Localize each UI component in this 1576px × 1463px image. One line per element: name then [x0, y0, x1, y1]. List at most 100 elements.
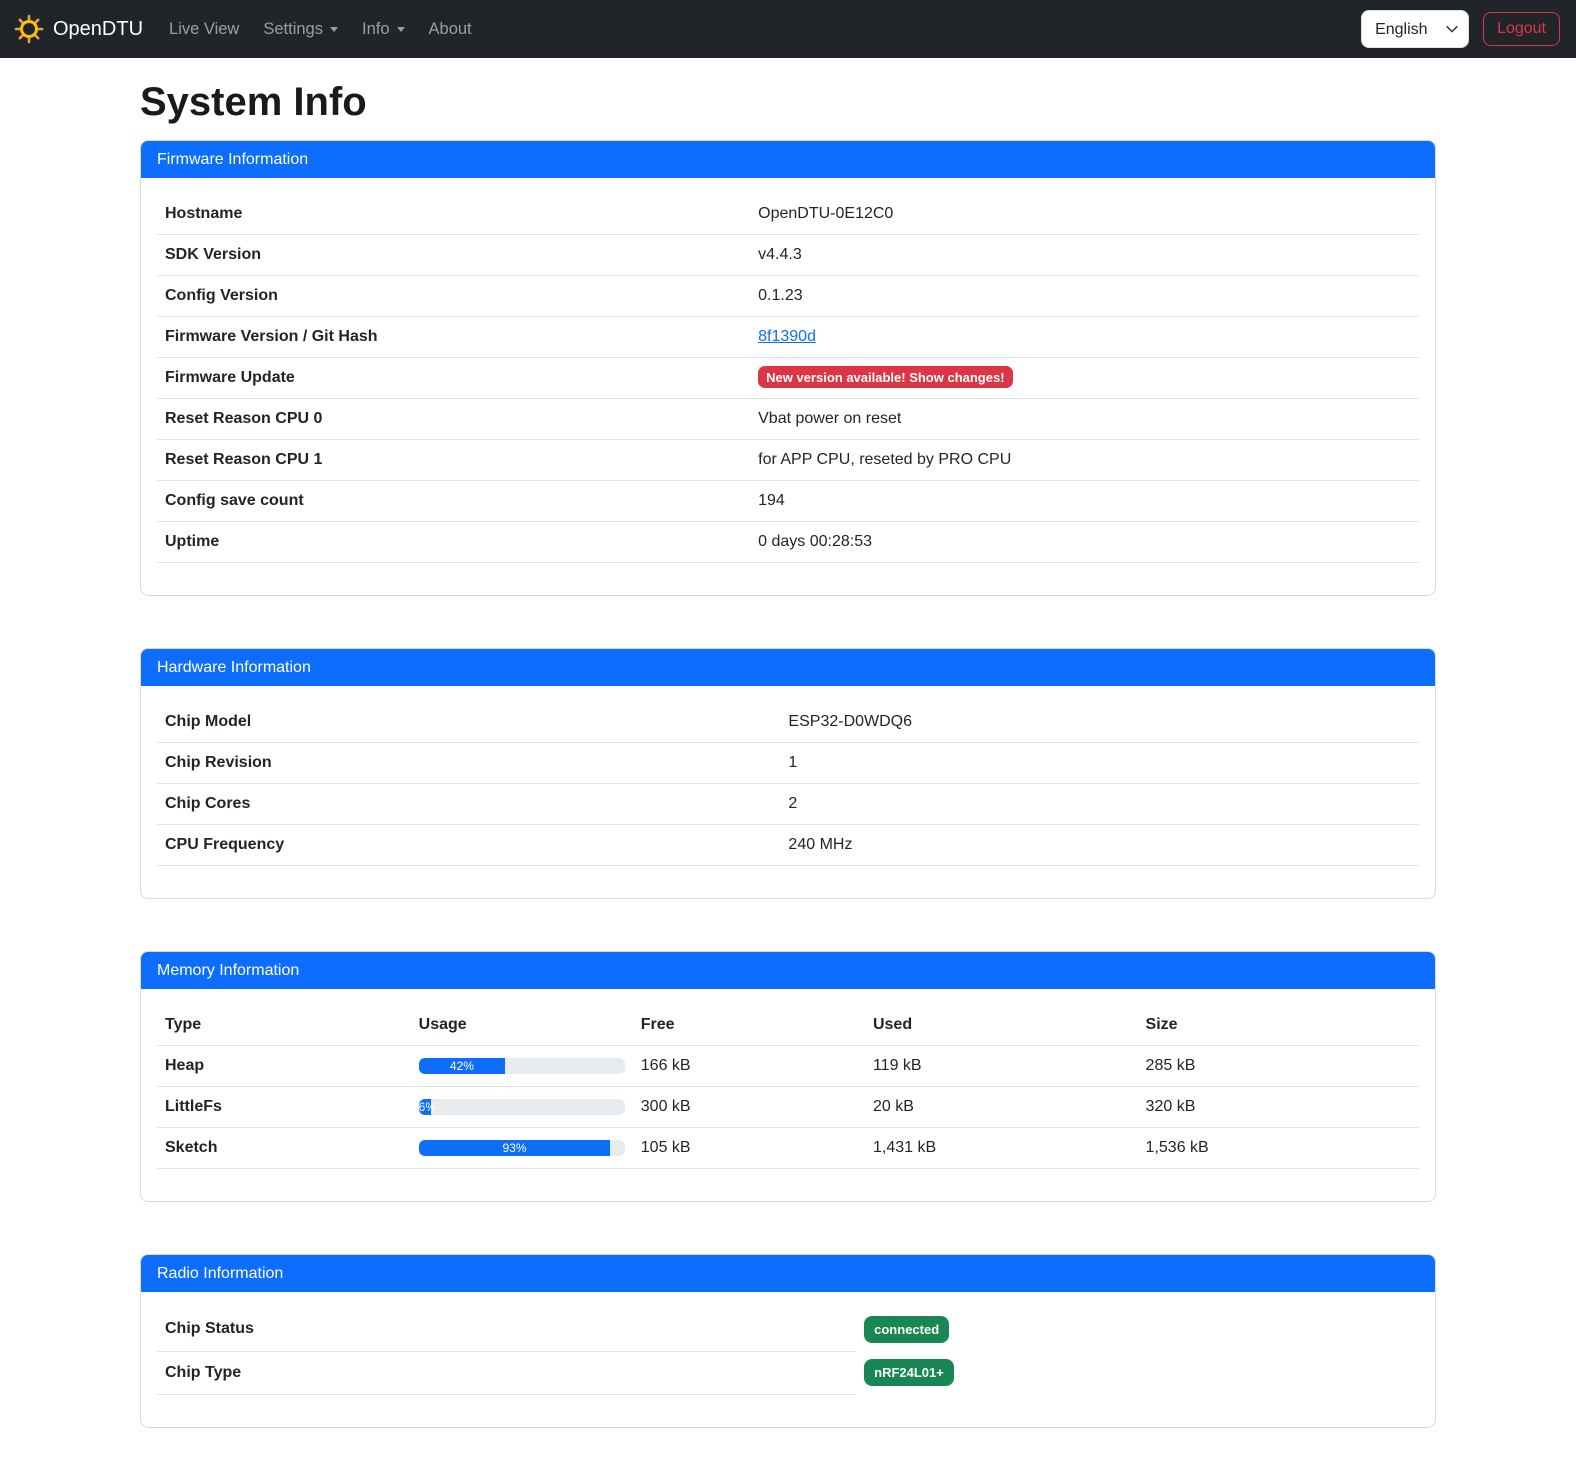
table-row-chip-cores: Chip Cores 2 — [157, 784, 1419, 825]
hardware-table: Chip Model ESP32-D0WDQ6 Chip Revision 1 … — [157, 702, 1419, 866]
sketch-progress-bar: 93% — [419, 1140, 611, 1156]
usage-cell: 42% — [411, 1046, 633, 1087]
git-hash-link[interactable]: 8f1390d — [758, 328, 816, 345]
table-row-heap: Heap 42% 166 kB 119 kB 285 kB — [157, 1046, 1419, 1087]
row-value: New version available! Show changes! — [750, 358, 1419, 399]
row-label: CPU Frequency — [157, 825, 780, 866]
card-body: Type Usage Free Used Size Heap 42% — [141, 989, 1435, 1201]
table-row-sketch: Sketch 93% 105 kB 1,431 kB 1,536 kB — [157, 1128, 1419, 1169]
row-value: ESP32-D0WDQ6 — [780, 702, 1419, 743]
row-label: Chip Cores — [157, 784, 780, 825]
chip-status-badge: connected — [864, 1316, 949, 1343]
nav-item-live-view[interactable]: Live View — [169, 12, 239, 47]
column-header-free: Free — [633, 1005, 865, 1046]
usage-cell: 6% — [411, 1087, 633, 1128]
row-value: 194 — [750, 481, 1419, 522]
row-label: Chip Status — [157, 1308, 856, 1351]
hardware-information-card: Hardware Information Chip Model ESP32-D0… — [140, 648, 1436, 899]
size-cell: 285 kB — [1138, 1046, 1419, 1087]
heap-progress-bar: 42% — [419, 1058, 506, 1074]
littlefs-progress: 6% — [419, 1099, 625, 1115]
nav-item-info[interactable]: Info — [362, 12, 405, 47]
radio-table: Chip Status connected Chip Type nRF24L01… — [157, 1308, 1419, 1395]
nav-item-settings[interactable]: Settings — [263, 12, 338, 47]
row-value: for APP CPU, reseted by PRO CPU — [750, 440, 1419, 481]
row-value: OpenDTU-0E12C0 — [750, 194, 1419, 235]
card-body: Chip Status connected Chip Type nRF24L01… — [141, 1292, 1435, 1427]
language-select[interactable]: English — [1361, 10, 1469, 48]
table-row-reset-reason-cpu1: Reset Reason CPU 1 for APP CPU, reseted … — [157, 440, 1419, 481]
usage-cell: 93% — [411, 1128, 633, 1169]
row-value: 2 — [780, 784, 1419, 825]
brand-link[interactable]: OpenDTU — [14, 14, 143, 44]
row-value: Vbat power on reset — [750, 399, 1419, 440]
row-label: Hostname — [157, 194, 750, 235]
row-value: 8f1390d — [750, 317, 1419, 358]
card-body: Hostname OpenDTU-0E12C0 SDK Version v4.4… — [141, 178, 1435, 595]
row-label: Firmware Version / Git Hash — [157, 317, 750, 358]
sun-icon — [14, 14, 44, 44]
size-cell: 320 kB — [1138, 1087, 1419, 1128]
heap-progress: 42% — [419, 1058, 625, 1074]
row-label: Chip Type — [157, 1351, 856, 1394]
main-content: System Info Firmware Information Hostnam… — [128, 58, 1448, 1428]
row-label: Reset Reason CPU 0 — [157, 399, 750, 440]
table-row-chip-revision: Chip Revision 1 — [157, 743, 1419, 784]
nav-item-label: Info — [362, 20, 390, 39]
table-row-cpu-frequency: CPU Frequency 240 MHz — [157, 825, 1419, 866]
radio-information-card: Radio Information Chip Status connected … — [140, 1254, 1436, 1428]
table-row-littlefs: LittleFs 6% 300 kB 20 kB 320 kB — [157, 1087, 1419, 1128]
column-header-size: Size — [1138, 1005, 1419, 1046]
row-label: Chip Model — [157, 702, 780, 743]
column-header-usage: Usage — [411, 1005, 633, 1046]
row-label: Chip Revision — [157, 743, 780, 784]
nav-item-label: Live View — [169, 20, 239, 39]
table-row-chip-model: Chip Model ESP32-D0WDQ6 — [157, 702, 1419, 743]
row-label: Sketch — [157, 1128, 411, 1169]
card-header: Memory Information — [141, 952, 1435, 989]
row-label: Firmware Update — [157, 358, 750, 399]
table-row-hostname: Hostname OpenDTU-0E12C0 — [157, 194, 1419, 235]
table-row-sdk-version: SDK Version v4.4.3 — [157, 235, 1419, 276]
card-header: Hardware Information — [141, 649, 1435, 686]
nav-item-label: Settings — [263, 20, 323, 39]
chip-type-badge: nRF24L01+ — [864, 1359, 954, 1386]
row-value: 240 MHz — [780, 825, 1419, 866]
used-cell: 20 kB — [865, 1087, 1138, 1128]
free-cell: 300 kB — [633, 1087, 865, 1128]
table-row-chip-type: Chip Type nRF24L01+ — [157, 1351, 1419, 1394]
row-label: LittleFs — [157, 1087, 411, 1128]
row-value: connected — [856, 1308, 1419, 1351]
card-body: Chip Model ESP32-D0WDQ6 Chip Revision 1 … — [141, 686, 1435, 898]
sketch-progress: 93% — [419, 1140, 625, 1156]
free-cell: 166 kB — [633, 1046, 865, 1087]
row-value: 0 days 00:28:53 — [750, 522, 1419, 563]
logout-button[interactable]: Logout — [1483, 12, 1560, 46]
card-header: Firmware Information — [141, 141, 1435, 178]
table-row-config-save-count: Config save count 194 — [157, 481, 1419, 522]
row-label: Heap — [157, 1046, 411, 1087]
row-value: v4.4.3 — [750, 235, 1419, 276]
table-row-reset-reason-cpu0: Reset Reason CPU 0 Vbat power on reset — [157, 399, 1419, 440]
row-label: Config save count — [157, 481, 750, 522]
table-row-chip-status: Chip Status connected — [157, 1308, 1419, 1351]
table-row-git-hash: Firmware Version / Git Hash 8f1390d — [157, 317, 1419, 358]
page-title: System Info — [140, 78, 1436, 126]
column-header-type: Type — [157, 1005, 411, 1046]
littlefs-progress-bar: 6% — [419, 1099, 431, 1115]
table-row-config-version: Config Version 0.1.23 — [157, 276, 1419, 317]
new-version-badge[interactable]: New version available! Show changes! — [758, 366, 1012, 388]
memory-information-card: Memory Information Type Usage Free Used … — [140, 951, 1436, 1202]
table-row-uptime: Uptime 0 days 00:28:53 — [157, 522, 1419, 563]
table-row-firmware-update: Firmware Update New version available! S… — [157, 358, 1419, 399]
size-cell: 1,536 kB — [1138, 1128, 1419, 1169]
brand-label: OpenDTU — [53, 18, 143, 41]
row-value: 0.1.23 — [750, 276, 1419, 317]
nav-item-about[interactable]: About — [429, 12, 472, 47]
caret-down-icon — [397, 27, 405, 32]
navbar: OpenDTU Live View Settings Info About En… — [0, 0, 1576, 58]
row-label: Reset Reason CPU 1 — [157, 440, 750, 481]
firmware-table: Hostname OpenDTU-0E12C0 SDK Version v4.4… — [157, 194, 1419, 563]
memory-table-header-row: Type Usage Free Used Size — [157, 1005, 1419, 1046]
row-label: SDK Version — [157, 235, 750, 276]
